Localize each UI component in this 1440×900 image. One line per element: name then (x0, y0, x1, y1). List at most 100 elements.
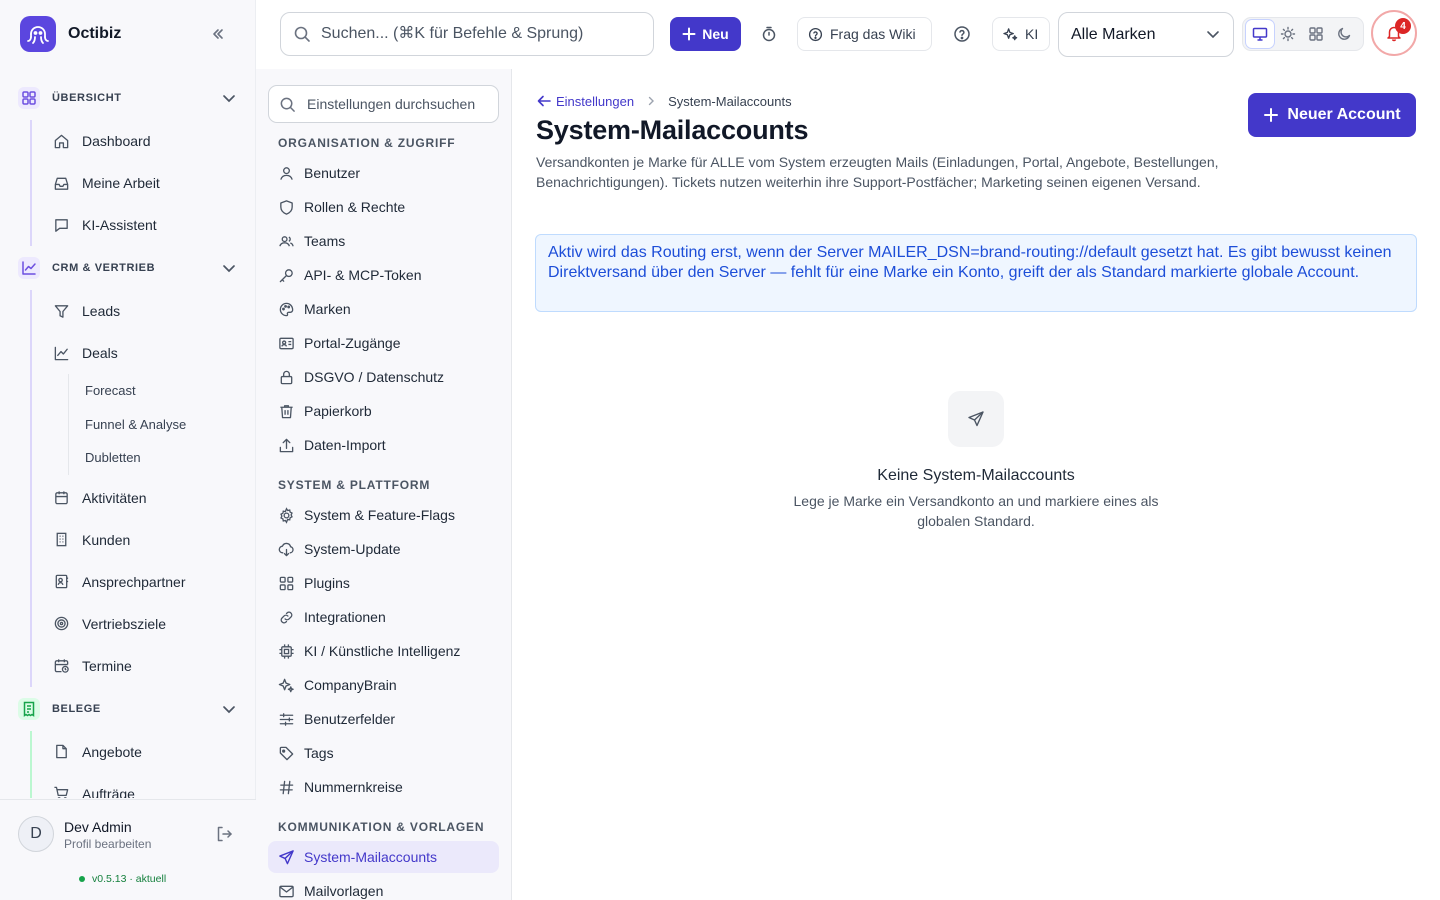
chevron-down-icon[interactable] (218, 257, 240, 279)
sidebar-item-leads[interactable]: Leads (32, 290, 256, 332)
settings-item-import[interactable]: Daten-Import (268, 429, 499, 461)
settings-item-label: Portal-Zugänge (304, 335, 401, 351)
page-title: System-Mailaccounts (536, 115, 809, 145)
sidebar-item-quotes[interactable]: Angebote (32, 731, 256, 773)
cpu-icon (277, 642, 295, 660)
sidebar-item-activities[interactable]: Aktivitäten (32, 477, 256, 519)
sparkles-icon (277, 676, 295, 694)
empty-state-title: Keine System-Mailaccounts (877, 467, 1075, 484)
search-input[interactable] (321, 25, 641, 43)
settings-item-system-mailaccounts[interactable]: System-Mailaccounts (268, 841, 499, 873)
breadcrumb-settings-link[interactable]: Einstellungen (536, 93, 634, 109)
inbox-icon (52, 174, 70, 192)
settings-item-plugins[interactable]: Plugins (268, 567, 499, 599)
trend-icon (52, 344, 70, 362)
nav-group-crm: CRM & VERTRIEB Leads Deals Forecast Funn… (0, 246, 256, 687)
cloud-download-icon (277, 540, 295, 558)
settings-item-roles[interactable]: Rollen & Rechte (268, 191, 499, 223)
main-nav: ÜBERSICHT Dashboard Meine Arbeit KI-Assi… (0, 76, 256, 798)
settings-item-integrations[interactable]: Integrationen (268, 601, 499, 633)
settings-item-ai[interactable]: KI / Künstliche Intelligenz (268, 635, 499, 667)
chevron-down-icon[interactable] (218, 87, 240, 109)
settings-item-label: Plugins (304, 575, 350, 591)
home-icon (52, 132, 70, 150)
nav-group-header-crm[interactable]: CRM & VERTRIEB (0, 246, 256, 290)
sidebar-item-dashboard[interactable]: Dashboard (32, 120, 256, 162)
sidebar-subitem-funnel[interactable]: Funnel & Analyse (69, 408, 256, 442)
settings-item-portal[interactable]: Portal-Zugänge (268, 327, 499, 359)
section-heading-organisation: ORGANISATION & ZUGRIFF (278, 136, 456, 150)
version-status: aktuell (135, 873, 167, 885)
settings-item-companybrain[interactable]: CompanyBrain (268, 669, 499, 701)
new-button[interactable]: Neu (670, 17, 741, 51)
sidebar-item-appointments[interactable]: Termine (32, 645, 256, 687)
brand[interactable]: Octibiz (20, 16, 121, 52)
sidebar-item-customers[interactable]: Kunden (32, 519, 256, 561)
chart-line-icon (18, 257, 40, 279)
id-card-icon (277, 334, 295, 352)
settings-item-mail-templates[interactable]: Mailvorlagen (268, 875, 499, 900)
nav-group-header-overview[interactable]: ÜBERSICHT (0, 76, 256, 120)
nav-group-header-documents[interactable]: BELEGE (0, 687, 256, 731)
sidebar-item-deals[interactable]: Deals (32, 332, 256, 374)
settings-item-api-tokens[interactable]: API- & MCP-Token (268, 259, 499, 291)
settings-item-label: Nummernkreise (304, 779, 403, 795)
settings-item-gdpr[interactable]: DSGVO / Datenschutz (268, 361, 499, 393)
sidebar-subitem-forecast[interactable]: Forecast (69, 374, 256, 408)
settings-item-label: KI / Künstliche Intelligenz (304, 643, 461, 659)
settings-item-custom-fields[interactable]: Benutzerfelder (268, 703, 499, 735)
settings-item-feature-flags[interactable]: System & Feature-Flags (268, 499, 499, 531)
notifications-bell-icon[interactable]: 4 (1371, 10, 1417, 56)
help-icon[interactable] (946, 17, 978, 51)
filter-icon (52, 302, 70, 320)
settings-item-label: Rollen & Rechte (304, 199, 406, 215)
chevron-down-icon[interactable] (218, 698, 240, 720)
edit-profile-link[interactable]: Profil bearbeiten (64, 837, 151, 851)
sidebar-item-ai-assistant[interactable]: KI-Assistent (32, 204, 256, 246)
monitor-icon[interactable] (1246, 20, 1274, 48)
avatar[interactable]: D (18, 816, 54, 852)
sidebar-item-my-work[interactable]: Meine Arbeit (32, 162, 256, 204)
timer-icon[interactable] (753, 17, 785, 51)
sliders-icon (277, 710, 295, 728)
sidebar-item-contacts[interactable]: Ansprechpartner (32, 561, 256, 603)
search-icon (293, 25, 311, 43)
page-description: Versandkonten je Marke für ALLE vom Syst… (536, 154, 1219, 190)
sidebar-item-label: Kunden (82, 531, 131, 548)
sidebar-item-label: Ansprechpartner (82, 573, 186, 590)
version-info: v0.5.13 · aktuell (79, 873, 166, 885)
sidebar-item-orders[interactable]: Aufträge (32, 773, 256, 798)
sidebar-item-label: Meine Arbeit (82, 175, 160, 191)
sidebar-subitem-duplicates[interactable]: Dubletten (69, 441, 256, 475)
settings-nav: ORGANISATION & ZUGRIFF Benutzer Rollen &… (256, 69, 512, 900)
global-search[interactable] (280, 12, 654, 56)
settings-item-system-update[interactable]: System-Update (268, 533, 499, 565)
logout-icon[interactable] (214, 824, 234, 844)
wiki-button-label: Frag das Wiki (830, 26, 916, 42)
settings-item-teams[interactable]: Teams (268, 225, 499, 257)
moon-icon[interactable] (1330, 20, 1358, 48)
settings-item-trash[interactable]: Papierkorb (268, 395, 499, 427)
nav-items-crm: Leads Deals Forecast Funnel & Analyse Du… (30, 290, 256, 687)
users-icon (277, 232, 295, 250)
brand-select[interactable]: Alle Marken (1058, 12, 1234, 57)
new-account-button[interactable]: Neuer Account (1248, 93, 1416, 137)
settings-item-label: DSGVO / Datenschutz (304, 369, 445, 385)
settings-item-users[interactable]: Benutzer (268, 157, 499, 189)
settings-item-number-ranges[interactable]: Nummernkreise (268, 771, 499, 803)
settings-search-input[interactable] (307, 96, 497, 112)
upload-icon (277, 436, 295, 454)
ai-button[interactable]: KI (992, 17, 1050, 51)
layout-grid-icon[interactable] (1302, 20, 1330, 48)
routing-info-alert: Aktiv wird das Routing erst, wenn der Se… (535, 234, 1417, 312)
sidebar-item-label: Angebote (82, 743, 142, 760)
sun-icon[interactable] (1274, 20, 1302, 48)
wiki-button[interactable]: Frag das Wiki (797, 17, 932, 51)
sidebar-item-targets[interactable]: Vertriebsziele (32, 603, 256, 645)
settings-item-label: Marken (304, 301, 351, 317)
settings-item-tags[interactable]: Tags (268, 737, 499, 769)
settings-search[interactable] (268, 85, 499, 123)
settings-item-brands[interactable]: Marken (268, 293, 499, 325)
collapse-sidebar-icon[interactable] (206, 22, 230, 46)
help-circle-icon (808, 27, 823, 41)
